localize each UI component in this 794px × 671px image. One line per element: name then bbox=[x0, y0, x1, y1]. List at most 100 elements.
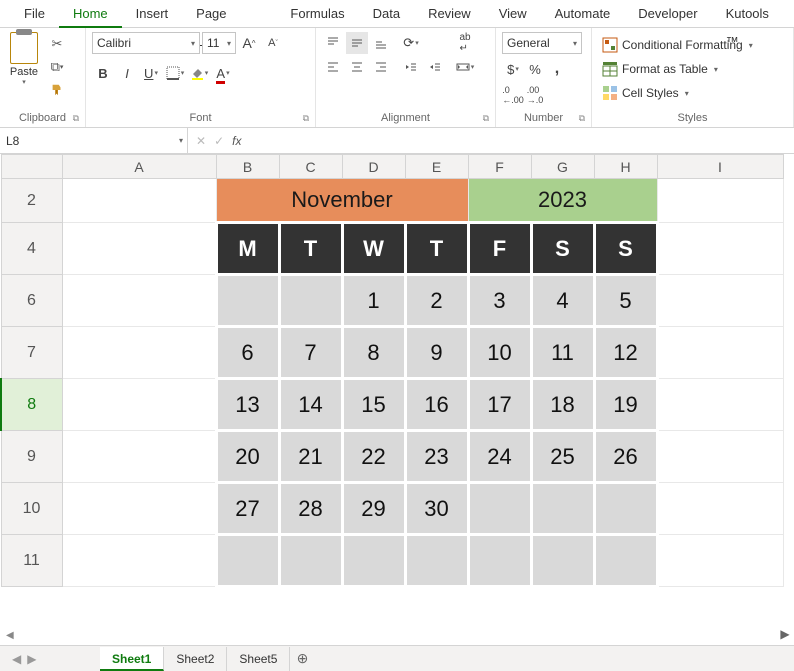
italic-button[interactable]: I bbox=[116, 62, 138, 84]
scroll-right-icon[interactable]: ▶ bbox=[776, 625, 794, 643]
align-middle-icon[interactable] bbox=[346, 32, 368, 54]
day-cell[interactable] bbox=[468, 535, 531, 587]
day-cell[interactable]: 14 bbox=[279, 379, 342, 431]
font-name-combo[interactable]: Calibri▾ bbox=[92, 32, 200, 54]
dow-cell[interactable]: W bbox=[342, 223, 405, 275]
day-cell[interactable] bbox=[594, 483, 657, 535]
day-cell[interactable]: 16 bbox=[405, 379, 468, 431]
enter-formula-icon[interactable]: ✓ bbox=[214, 134, 224, 148]
worksheet-grid[interactable]: ABCDEFGHI2November20234MTWTFSS6123457678… bbox=[0, 154, 794, 588]
day-cell[interactable] bbox=[216, 535, 279, 587]
cell[interactable] bbox=[657, 223, 783, 275]
paste-button[interactable]: Paste ▾ bbox=[6, 32, 42, 86]
borders-button[interactable] bbox=[164, 62, 186, 84]
day-cell[interactable]: 21 bbox=[279, 431, 342, 483]
day-cell[interactable]: 6 bbox=[216, 327, 279, 379]
cell[interactable] bbox=[657, 483, 783, 535]
day-cell[interactable]: 17 bbox=[468, 379, 531, 431]
day-cell[interactable]: 3 bbox=[468, 275, 531, 327]
decrease-decimal-icon[interactable]: .00→.0 bbox=[524, 84, 546, 106]
day-cell[interactable] bbox=[279, 535, 342, 587]
day-cell[interactable]: 5 bbox=[594, 275, 657, 327]
sheet-tab[interactable]: Sheet1 bbox=[100, 647, 164, 671]
day-cell[interactable]: 8 bbox=[342, 327, 405, 379]
ribbon-tab-page-layout[interactable]: Page Layout bbox=[182, 0, 276, 28]
format-painter-button[interactable] bbox=[46, 80, 68, 100]
copy-button[interactable]: ⧉▾ bbox=[46, 57, 68, 77]
decrease-indent-icon[interactable] bbox=[400, 56, 422, 78]
row-header[interactable]: 10 bbox=[1, 483, 62, 535]
cell[interactable] bbox=[62, 179, 216, 223]
column-header[interactable]: H bbox=[594, 155, 657, 179]
number-format-combo[interactable]: General▾ bbox=[502, 32, 582, 54]
day-cell[interactable]: 20 bbox=[216, 431, 279, 483]
ribbon-tab-kutools-[interactable]: Kutools ™ bbox=[712, 0, 794, 28]
row-header[interactable]: 7 bbox=[1, 327, 62, 379]
day-cell[interactable]: 23 bbox=[405, 431, 468, 483]
ribbon-tab-formulas[interactable]: Formulas bbox=[276, 0, 358, 28]
cell[interactable] bbox=[62, 431, 216, 483]
day-cell[interactable]: 24 bbox=[468, 431, 531, 483]
font-launcher[interactable]: ⧉ bbox=[303, 113, 309, 124]
row-header[interactable]: 8 bbox=[1, 379, 62, 431]
bold-button[interactable]: B bbox=[92, 62, 114, 84]
ribbon-tab-automate[interactable]: Automate bbox=[541, 0, 625, 28]
fill-color-button[interactable] bbox=[188, 62, 210, 84]
orientation-button[interactable]: ⟳ bbox=[400, 32, 422, 54]
number-launcher[interactable]: ⧉ bbox=[579, 113, 585, 124]
day-cell[interactable] bbox=[279, 275, 342, 327]
dow-cell[interactable]: M bbox=[216, 223, 279, 275]
cell[interactable] bbox=[657, 275, 783, 327]
conditional-formatting-button[interactable]: Conditional Formatting▾ bbox=[598, 34, 757, 56]
add-sheet-button[interactable]: ⊕ bbox=[290, 650, 314, 667]
dow-cell[interactable]: F bbox=[468, 223, 531, 275]
align-center-icon[interactable] bbox=[346, 56, 368, 78]
cancel-formula-icon[interactable]: ✕ bbox=[196, 134, 206, 148]
column-header[interactable]: B bbox=[216, 155, 279, 179]
ribbon-tab-home[interactable]: Home bbox=[59, 0, 122, 28]
column-header[interactable]: C bbox=[279, 155, 342, 179]
formula-input[interactable] bbox=[249, 128, 794, 153]
dow-cell[interactable]: T bbox=[279, 223, 342, 275]
name-box[interactable]: L8▾ bbox=[0, 128, 188, 153]
font-color-button[interactable]: A bbox=[212, 62, 234, 84]
day-cell[interactable]: 18 bbox=[531, 379, 594, 431]
column-header[interactable]: A bbox=[62, 155, 216, 179]
align-left-icon[interactable] bbox=[322, 56, 344, 78]
sheet-tab[interactable]: Sheet5 bbox=[227, 647, 290, 671]
day-cell[interactable]: 4 bbox=[531, 275, 594, 327]
row-header[interactable]: 11 bbox=[1, 535, 62, 587]
tab-nav-next-icon[interactable]: ▶ bbox=[27, 652, 36, 666]
day-cell[interactable]: 27 bbox=[216, 483, 279, 535]
day-cell[interactable] bbox=[468, 483, 531, 535]
dow-cell[interactable]: T bbox=[405, 223, 468, 275]
day-cell[interactable]: 11 bbox=[531, 327, 594, 379]
day-cell[interactable]: 26 bbox=[594, 431, 657, 483]
alignment-launcher[interactable]: ⧉ bbox=[483, 113, 489, 124]
column-header[interactable]: G bbox=[531, 155, 594, 179]
select-all-button[interactable] bbox=[1, 155, 62, 179]
day-cell[interactable]: 15 bbox=[342, 379, 405, 431]
day-cell[interactable]: 12 bbox=[594, 327, 657, 379]
ribbon-tab-data[interactable]: Data bbox=[359, 0, 414, 28]
dow-cell[interactable]: S bbox=[594, 223, 657, 275]
ribbon-tab-review[interactable]: Review bbox=[414, 0, 485, 28]
cell[interactable] bbox=[657, 535, 783, 587]
month-cell[interactable]: November bbox=[216, 179, 468, 223]
day-cell[interactable]: 28 bbox=[279, 483, 342, 535]
day-cell[interactable] bbox=[342, 535, 405, 587]
day-cell[interactable]: 1 bbox=[342, 275, 405, 327]
cell[interactable] bbox=[62, 275, 216, 327]
accounting-format-button[interactable]: $ bbox=[502, 58, 524, 80]
increase-decimal-icon[interactable]: .0←.00 bbox=[502, 84, 524, 106]
day-cell[interactable] bbox=[531, 483, 594, 535]
wrap-text-button[interactable]: ab↵ bbox=[454, 32, 476, 54]
cell[interactable] bbox=[657, 431, 783, 483]
sheet-tab[interactable]: Sheet2 bbox=[164, 647, 227, 671]
day-cell[interactable]: 10 bbox=[468, 327, 531, 379]
increase-font-icon[interactable]: A^ bbox=[238, 32, 260, 54]
percent-format-button[interactable]: % bbox=[524, 58, 546, 80]
align-right-icon[interactable] bbox=[370, 56, 392, 78]
cell[interactable] bbox=[62, 223, 216, 275]
comma-format-button[interactable]: , bbox=[546, 58, 568, 80]
